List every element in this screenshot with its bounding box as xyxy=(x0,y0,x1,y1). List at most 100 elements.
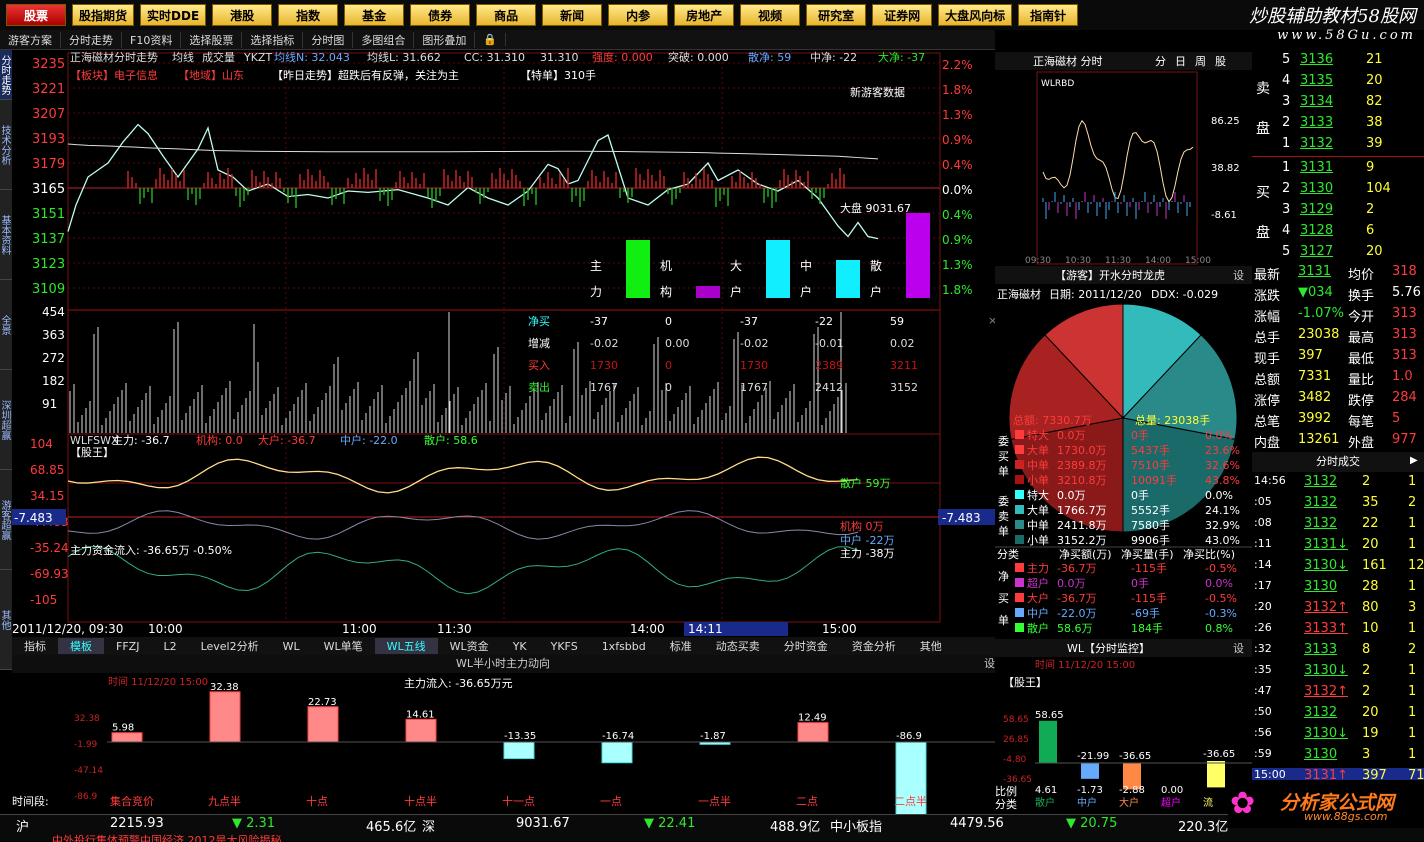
indicator-tab-3[interactable]: L2 xyxy=(151,640,188,653)
quote-row-5: 总额 7331 量比 1.0 xyxy=(1252,369,1424,390)
nav-button-6[interactable]: 债券 xyxy=(410,4,471,26)
mon-bar-val-2: -36.65 xyxy=(1119,751,1151,762)
vtab-3[interactable]: 全景 xyxy=(0,280,12,370)
vtab-1[interactable]: 技术分析 xyxy=(0,100,12,190)
tick-row-6-c1: 3132↑ xyxy=(1304,600,1348,615)
indicator-tab-14[interactable]: 分时资金 xyxy=(772,638,840,654)
toolbar-item-3[interactable]: 选择股票 xyxy=(181,31,243,48)
flow-cell-0-4: 59 xyxy=(890,315,904,328)
quote-row-6-c2: 跌停 xyxy=(1348,394,1375,409)
sell-row-3-c1: 3133 xyxy=(1300,115,1334,130)
lock-icon[interactable]: 🔒 xyxy=(475,33,507,46)
toolbar-item-6[interactable]: 多图组合 xyxy=(353,31,415,48)
nav-button-5[interactable]: 基金 xyxy=(344,4,405,26)
pct-tick-up-5: 0.0% xyxy=(942,183,973,197)
hh-axis-2: -47.14 xyxy=(74,766,103,776)
nav-button-9[interactable]: 内参 xyxy=(608,4,669,26)
nav-button-7[interactable]: 商品 xyxy=(476,4,537,26)
vtab-2[interactable]: 基本资料 xyxy=(0,190,12,280)
hh-bar-0 xyxy=(111,732,143,743)
net-p-0: -0.5% xyxy=(1205,562,1237,575)
nav-button-15[interactable]: 指南针 xyxy=(1018,4,1079,26)
flow-row-key-3: 卖出 xyxy=(528,380,550,394)
main-chart[interactable]: 3235 3221 3207 3193 3179 3165 3151 3137 3123 3109… xyxy=(12,50,995,637)
wl-tick-2: 34.15 xyxy=(30,489,64,503)
vtab-5[interactable]: 游客超赢 xyxy=(0,470,12,570)
tick-row-10-c0: :47 xyxy=(1254,684,1272,697)
tick-row-12-c2: 19 xyxy=(1362,726,1379,741)
sell-a-1: 1766.7万 xyxy=(1057,504,1107,517)
vtab-0[interactable]: 分时走势 xyxy=(0,50,12,100)
toolbar-item-1[interactable]: 分时走势 xyxy=(61,31,122,48)
nav-button-11[interactable]: 视频 xyxy=(740,4,801,26)
nav-button-3[interactable]: 港股 xyxy=(212,4,273,26)
indicator-tab-1[interactable]: 模板 xyxy=(58,638,104,654)
mini-tab-0: 分 xyxy=(1155,55,1166,68)
vtab-4[interactable]: 深圳超赢 xyxy=(0,370,12,470)
indicator-tab-7[interactable]: WL五线 xyxy=(374,638,438,654)
tick-row-4-c0: :14 xyxy=(1254,558,1272,571)
nav-button-8[interactable]: 新闻 xyxy=(542,4,603,26)
flow-cell-1-1: 0.00 xyxy=(665,337,690,350)
time-6: 15:00 xyxy=(822,622,857,636)
indicator-tab-0[interactable]: 指标 xyxy=(12,638,58,654)
pie-title: 【游客】开水分时龙虎 xyxy=(1055,268,1165,282)
net-sw-1 xyxy=(1015,578,1024,587)
indicator-tab-15[interactable]: 资金分析 xyxy=(840,638,908,654)
indicator-tab-4[interactable]: Level2分析 xyxy=(189,638,271,654)
toolbar-item-2[interactable]: F10资料 xyxy=(122,31,182,48)
sz-change: ▼ 22.41 xyxy=(644,816,696,831)
quote-row-3-c2: 最高 xyxy=(1348,331,1375,346)
chart-ind: 均线 xyxy=(172,50,194,64)
toolbar-item-4[interactable]: 选择指标 xyxy=(242,31,304,48)
buy-v-0: 0手 xyxy=(1131,428,1149,442)
sell-row-4-c1: 3132 xyxy=(1300,136,1334,151)
indicator-tab-16[interactable]: 其他 xyxy=(908,638,954,654)
sell-row-3-c2: 38 xyxy=(1366,115,1383,130)
nav-button-10[interactable]: 房地产 xyxy=(674,4,735,26)
nav-button-1[interactable]: 股指期货 xyxy=(72,4,135,26)
mini-tab-3: 股 xyxy=(1215,55,1226,68)
buy-row-2-c2: 2 xyxy=(1366,202,1375,217)
vol-tick-2: 272 xyxy=(42,351,65,365)
tag-block: 【板块】电子信息 xyxy=(70,68,158,82)
flow-cell-3-3: 2412 xyxy=(815,381,843,394)
mini-tab-2: 周 xyxy=(1195,55,1206,68)
tick-row-9-c2: 2 xyxy=(1362,663,1371,678)
flow-bar-2 xyxy=(766,240,790,298)
ticks-next-icon[interactable]: ▶ xyxy=(1410,455,1418,466)
buy-side-1: 买 xyxy=(998,450,1009,463)
nav-button-12[interactable]: 研究室 xyxy=(806,4,867,26)
indicator-tab-11[interactable]: 1xfsbbd xyxy=(590,640,658,653)
toolbar-item-7[interactable]: 图形叠加 xyxy=(414,31,476,48)
indicator-tab-5[interactable]: WL xyxy=(271,640,312,653)
nav-button-2[interactable]: 实时DDE xyxy=(140,4,207,26)
tick-row-8-c0: :32 xyxy=(1254,642,1272,655)
quote-row-3: 总手 23038 最高 313 xyxy=(1252,327,1424,348)
hh-axis-3: -86.9 xyxy=(74,792,98,802)
nav-button-13[interactable]: 证券网 xyxy=(872,4,933,26)
flow-cell-1-2: -0.02 xyxy=(740,337,768,350)
quote-row-2: 涨幅 -1.07% 今开 313 xyxy=(1252,306,1424,327)
quote-row-1-c0: 涨跌 xyxy=(1254,289,1281,304)
indicator-tab-2[interactable]: FFZJ xyxy=(104,640,151,653)
indicator-tab-6[interactable]: WL单笔 xyxy=(312,638,375,654)
nav-button-0[interactable]: 股票 xyxy=(6,4,66,26)
nav-button-4[interactable]: 指数 xyxy=(278,4,339,26)
indicator-tab-8[interactable]: WL资金 xyxy=(438,638,501,654)
toolbar-item-0[interactable]: 游客方案 xyxy=(0,31,61,48)
tag-guest: 新游客数据 xyxy=(850,85,905,99)
tick-row-11: :50 3132 20 1 xyxy=(1252,705,1424,726)
toolbar-item-5[interactable]: 分时图 xyxy=(303,31,354,48)
flow-row-key-2: 买入 xyxy=(528,359,550,372)
vol-tick-1: 363 xyxy=(42,328,65,342)
net-v-1: 0手 xyxy=(1131,576,1149,590)
vtab-6[interactable]: 其他 xyxy=(0,570,12,670)
indicator-tab-10[interactable]: YKFS xyxy=(539,640,590,653)
flow-bar-label-bot-3: 户 xyxy=(800,284,812,299)
indicator-tab-9[interactable]: YK xyxy=(501,640,539,653)
indicator-tab-12[interactable]: 标准 xyxy=(658,638,704,654)
sell-row-0: 5 3136 21 xyxy=(1252,52,1424,73)
nav-button-14[interactable]: 大盘风向标 xyxy=(938,4,1013,26)
indicator-tab-13[interactable]: 动态买卖 xyxy=(704,638,772,654)
